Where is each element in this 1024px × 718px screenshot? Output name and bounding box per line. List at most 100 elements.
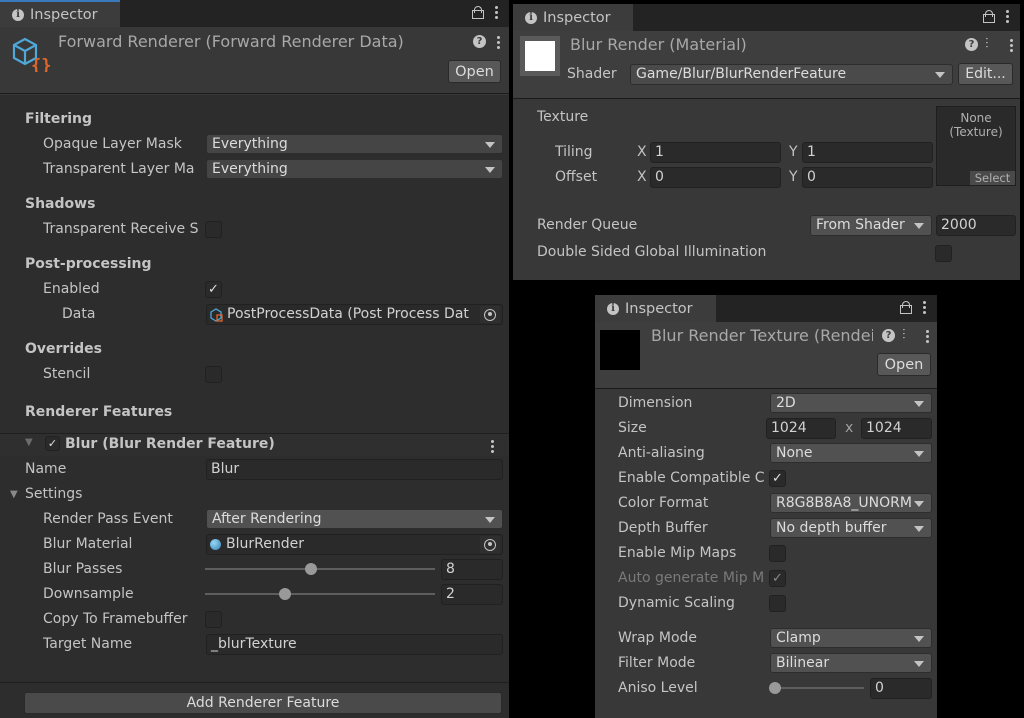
tiling-y-input[interactable]: 1 [802, 142, 933, 163]
feature-more-icon[interactable] [491, 439, 495, 453]
section-overrides: Overrides [25, 341, 102, 357]
object-header: {} Forward Renderer (Forward Renderer Da… [0, 27, 509, 94]
object-title: Blur Render (Material) [570, 35, 747, 54]
more-icon[interactable] [495, 5, 499, 19]
slider-thumb[interactable] [769, 682, 781, 694]
depth-buffer-dropdown[interactable]: No depth buffer [770, 518, 932, 538]
settings-foldout-icon[interactable]: ▼ [10, 489, 18, 500]
help-icon[interactable]: ? [965, 38, 978, 51]
tiling-y-label: Y [789, 144, 798, 160]
more-icon[interactable] [923, 300, 927, 314]
tab-label: Inspector [30, 6, 98, 23]
section-filtering: Filtering [25, 111, 93, 127]
settings-label[interactable]: Settings [25, 486, 82, 502]
presets-icon[interactable]: ⫶ [902, 327, 906, 343]
divider [0, 682, 509, 683]
tab-inspector[interactable]: i Inspector [513, 4, 633, 31]
blur-passes-slider[interactable] [205, 561, 435, 577]
material-sphere-icon [210, 539, 221, 550]
tab-bar: i Inspector [595, 295, 937, 322]
open-button[interactable]: Open [877, 353, 931, 376]
texture-label: Texture [537, 109, 589, 125]
dynamic-scaling-checkbox[interactable] [769, 595, 786, 612]
more-icon[interactable] [1006, 9, 1010, 23]
wrap-mode-dropdown[interactable]: Clamp [770, 628, 932, 648]
stencil-checkbox[interactable] [205, 366, 222, 383]
double-sided-gi-label: Double Sided Global Illumination [537, 244, 767, 260]
object-title: Blur Render Texture (Rendei [651, 326, 873, 345]
tab-label: Inspector [543, 9, 611, 26]
aniso-level-input[interactable]: 0 [870, 678, 932, 699]
texture-select-button[interactable]: Select [970, 171, 1015, 185]
post-process-data-icon [210, 308, 223, 322]
downsample-slider[interactable] [205, 586, 435, 602]
render-texture-inspector-panel: i Inspector Blur Render Texture (Rendei … [595, 295, 937, 718]
filter-mode-dropdown[interactable]: Bilinear [770, 653, 932, 673]
more-icon[interactable] [926, 329, 930, 343]
inspector-body: Filtering Opaque Layer Mask Everything T… [0, 95, 509, 718]
slider-thumb[interactable] [279, 588, 292, 600]
transparent-receive-shadows-checkbox[interactable] [205, 221, 222, 238]
blur-passes-input[interactable]: 8 [441, 559, 503, 580]
blur-material-label: Blur Material [43, 536, 133, 552]
offset-y-input[interactable]: 0 [802, 167, 933, 188]
tab-inspector[interactable]: i Inspector [595, 295, 716, 322]
add-renderer-feature-button[interactable]: Add Renderer Feature [24, 692, 502, 714]
offset-y-label: Y [789, 169, 798, 185]
material-inspector-panel: i Inspector Blur Render (Material) ? ⫶ S… [513, 4, 1020, 280]
color-format-dropdown[interactable]: R8G8B8A8_UNORM [770, 493, 932, 513]
tab-bar: i Inspector [0, 0, 509, 27]
size-separator: x [845, 420, 854, 436]
copy-to-framebuffer-checkbox[interactable] [205, 611, 222, 628]
auto-generate-mip-label: Auto generate Mip M [618, 570, 765, 586]
open-button[interactable]: Open [448, 60, 501, 83]
enable-mip-maps-checkbox[interactable] [769, 545, 786, 562]
presets-icon[interactable]: ⫶ [985, 36, 989, 52]
pp-enabled-checkbox[interactable]: ✓ [205, 281, 222, 298]
render-queue-input[interactable]: 2000 [936, 215, 1016, 236]
tiling-x-label: X [637, 144, 647, 160]
render-pass-event-dropdown[interactable]: After Rendering [206, 509, 503, 529]
texture-slot[interactable]: None (Texture) Select [936, 106, 1016, 186]
dimension-dropdown[interactable]: 2D [770, 393, 932, 413]
filter-mode-label: Filter Mode [618, 655, 696, 671]
more-icon[interactable] [1010, 38, 1014, 52]
size-width-input[interactable]: 1024 [766, 418, 836, 439]
aniso-level-slider[interactable] [769, 680, 864, 696]
tab-inspector[interactable]: i Inspector [0, 0, 120, 27]
offset-x-input[interactable]: 0 [650, 167, 781, 188]
render-texture-preview [600, 330, 640, 370]
foldout-triangle-icon[interactable]: ▼ [25, 437, 33, 448]
double-sided-gi-checkbox[interactable] [935, 245, 952, 262]
enable-compatible-checkbox[interactable]: ✓ [769, 470, 786, 487]
anti-aliasing-label: Anti-aliasing [618, 445, 705, 461]
anti-aliasing-dropdown[interactable]: None [770, 443, 932, 463]
feature-header[interactable]: ▼ ✓ Blur (Blur Render Feature) [0, 434, 509, 456]
transparent-layer-mask-dropdown[interactable]: Everything [206, 159, 503, 179]
stencil-label: Stencil [43, 366, 91, 382]
tiling-x-input[interactable]: 1 [650, 142, 781, 163]
opaque-layer-mask-dropdown[interactable]: Everything [206, 134, 503, 154]
left-inspector-panel: i Inspector {} Forward Renderer (Forward… [0, 0, 509, 718]
more-icon[interactable] [497, 35, 501, 49]
render-queue-mode-dropdown[interactable]: From Shader [810, 215, 932, 236]
help-icon[interactable]: ? [882, 329, 895, 342]
feature-name-label: Name [25, 461, 67, 477]
edit-shader-button[interactable]: Edit... [958, 63, 1013, 85]
downsample-input[interactable]: 2 [441, 584, 503, 605]
help-icon[interactable]: ? [473, 35, 486, 48]
lock-icon[interactable] [899, 300, 912, 314]
object-picker-icon[interactable] [480, 536, 500, 553]
slider-track [205, 593, 435, 595]
slider-thumb[interactable] [305, 563, 318, 575]
lock-icon[interactable] [982, 9, 995, 23]
lock-icon[interactable] [471, 5, 484, 19]
object-picker-icon[interactable] [480, 306, 500, 323]
pp-data-object-field[interactable]: PostProcessData (Post Process Dat [206, 304, 503, 325]
target-name-input[interactable]: _blurTexture [206, 634, 503, 655]
size-height-input[interactable]: 1024 [861, 418, 932, 439]
feature-enabled-checkbox[interactable]: ✓ [45, 436, 60, 451]
feature-name-input[interactable]: Blur [206, 459, 503, 480]
blur-material-object-field[interactable]: BlurRender [206, 534, 503, 555]
shader-dropdown[interactable]: Game/Blur/BlurRenderFeature [630, 64, 953, 85]
